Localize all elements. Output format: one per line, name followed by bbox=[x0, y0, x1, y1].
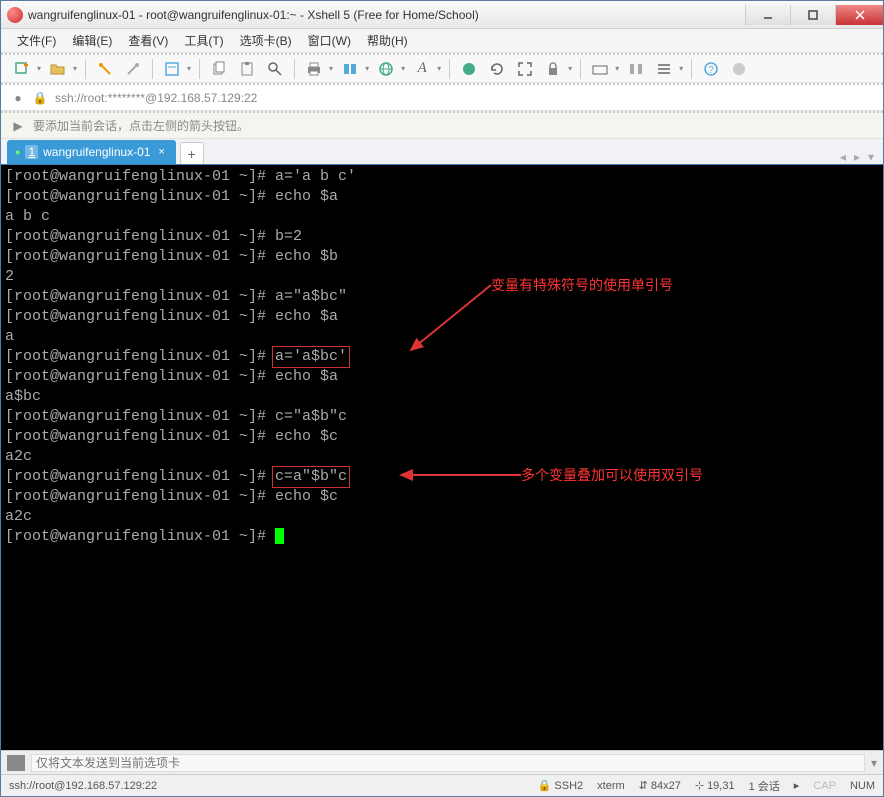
find-icon[interactable] bbox=[264, 58, 286, 80]
app-window: wangruifenglinux-01 - root@wangruifengli… bbox=[0, 0, 884, 797]
copy-icon[interactable] bbox=[208, 58, 230, 80]
statusbar: ssh://root@192.168.57.129:22 🔒 SSH2 xter… bbox=[1, 774, 883, 796]
hint-text: 要添加当前会话，点击左侧的箭头按钮。 bbox=[33, 117, 249, 134]
send-menu-icon[interactable]: ▾ bbox=[871, 756, 877, 770]
new-session-icon[interactable] bbox=[11, 58, 33, 80]
annotation-2: 多个变量叠加可以使用双引号 bbox=[521, 465, 703, 485]
list-icon[interactable] bbox=[653, 58, 675, 80]
print-icon[interactable] bbox=[303, 58, 325, 80]
status-connection: ssh://root@192.168.57.129:22 bbox=[9, 780, 157, 792]
tab-nav: ◂ ▸ ▾ bbox=[837, 150, 877, 164]
status-pos: ⊹ 19,31 bbox=[695, 779, 735, 792]
transfer-icon[interactable] bbox=[339, 58, 361, 80]
menu-view[interactable]: 查看(V) bbox=[122, 30, 174, 51]
window-controls bbox=[745, 5, 883, 25]
tab-close-icon[interactable]: × bbox=[156, 146, 168, 158]
session-tab[interactable]: ● 1 wangruifenglinux-01 × bbox=[7, 140, 176, 164]
tab-next-icon[interactable]: ▸ bbox=[851, 150, 863, 164]
highlighted-command-1: a='a$bc' bbox=[272, 346, 350, 368]
lock-small-icon: 🔒 bbox=[33, 91, 47, 105]
refresh-icon[interactable] bbox=[486, 58, 508, 80]
tab-prev-icon[interactable]: ◂ bbox=[837, 150, 849, 164]
menu-file[interactable]: 文件(F) bbox=[11, 30, 62, 51]
window-title: wangruifenglinux-01 - root@wangruifengli… bbox=[28, 8, 745, 22]
app-icon bbox=[7, 7, 23, 23]
star-icon[interactable] bbox=[728, 58, 750, 80]
send-icon[interactable] bbox=[7, 755, 25, 771]
paste-icon[interactable] bbox=[236, 58, 258, 80]
tab-label: wangruifenglinux-01 bbox=[43, 145, 150, 159]
columns-icon[interactable] bbox=[625, 58, 647, 80]
lock-icon[interactable] bbox=[542, 58, 564, 80]
fullscreen-icon[interactable] bbox=[514, 58, 536, 80]
status-size: ⇵ 84x27 bbox=[639, 779, 681, 792]
menu-help[interactable]: 帮助(H) bbox=[361, 30, 414, 51]
terminal[interactable]: [root@wangruifenglinux-01 ~]# a='a b c' … bbox=[1, 165, 883, 750]
send-input[interactable] bbox=[31, 754, 865, 772]
disconnect-icon[interactable] bbox=[122, 58, 144, 80]
status-ssh: 🔒 SSH2 bbox=[538, 779, 583, 792]
address-text[interactable]: ssh://root:********@192.168.57.129:22 bbox=[55, 91, 873, 105]
tab-number: 1 bbox=[25, 145, 38, 159]
globe-icon[interactable] bbox=[375, 58, 397, 80]
status-cap: CAP bbox=[813, 780, 836, 792]
bullet-icon: ● bbox=[11, 91, 25, 105]
hintbar: ▶ 要添加当前会话，点击左侧的箭头按钮。 bbox=[1, 111, 883, 139]
terminal-cursor bbox=[275, 528, 284, 544]
annotation-1: 变量有特殊符号的使用单引号 bbox=[491, 275, 673, 295]
tabbar: ● 1 wangruifenglinux-01 × + ◂ ▸ ▾ bbox=[1, 139, 883, 165]
menu-window[interactable]: 窗口(W) bbox=[302, 30, 357, 51]
close-button[interactable] bbox=[835, 5, 883, 25]
add-session-icon[interactable]: ▶ bbox=[11, 119, 25, 133]
tab-add-button[interactable]: + bbox=[180, 142, 204, 164]
addressbar: ● 🔒 ssh://root:********@192.168.57.129:2… bbox=[1, 83, 883, 111]
properties-icon[interactable] bbox=[161, 58, 183, 80]
titlebar: wangruifenglinux-01 - root@wangruifengli… bbox=[1, 1, 883, 29]
menu-tools[interactable]: 工具(T) bbox=[178, 30, 229, 51]
status-term: xterm bbox=[597, 780, 625, 792]
reconnect-icon[interactable] bbox=[94, 58, 116, 80]
status-sessions: 1 会话 bbox=[749, 778, 780, 794]
arrow-2-icon bbox=[396, 467, 526, 483]
highlighted-command-2: c=a"$b"c bbox=[272, 466, 350, 488]
status-num: NUM bbox=[850, 780, 875, 792]
menu-edit[interactable]: 编辑(E) bbox=[66, 30, 118, 51]
arrow-1-icon bbox=[401, 280, 501, 360]
script-icon[interactable] bbox=[458, 58, 480, 80]
menubar: 文件(F) 编辑(E) 查看(V) 工具(T) 选项卡(B) 窗口(W) 帮助(… bbox=[1, 29, 883, 53]
toolbar: ▾ ▾ ▾ ▾ ▾ ▾ A▾ ▾ ▾ ▾ ? bbox=[1, 53, 883, 83]
tab-status-icon: ● bbox=[15, 147, 20, 157]
minimize-button[interactable] bbox=[745, 5, 790, 25]
font-icon[interactable]: A bbox=[411, 58, 433, 80]
menu-tab[interactable]: 选项卡(B) bbox=[234, 30, 298, 51]
tab-menu-icon[interactable]: ▾ bbox=[865, 150, 877, 164]
help-icon[interactable]: ? bbox=[700, 58, 722, 80]
keyboard-icon[interactable] bbox=[589, 58, 611, 80]
open-icon[interactable] bbox=[47, 58, 69, 80]
status-sessions-menu-icon[interactable]: ▸ bbox=[794, 779, 800, 792]
svg-text:?: ? bbox=[708, 65, 714, 76]
sendbar: ▾ bbox=[1, 750, 883, 774]
maximize-button[interactable] bbox=[790, 5, 835, 25]
